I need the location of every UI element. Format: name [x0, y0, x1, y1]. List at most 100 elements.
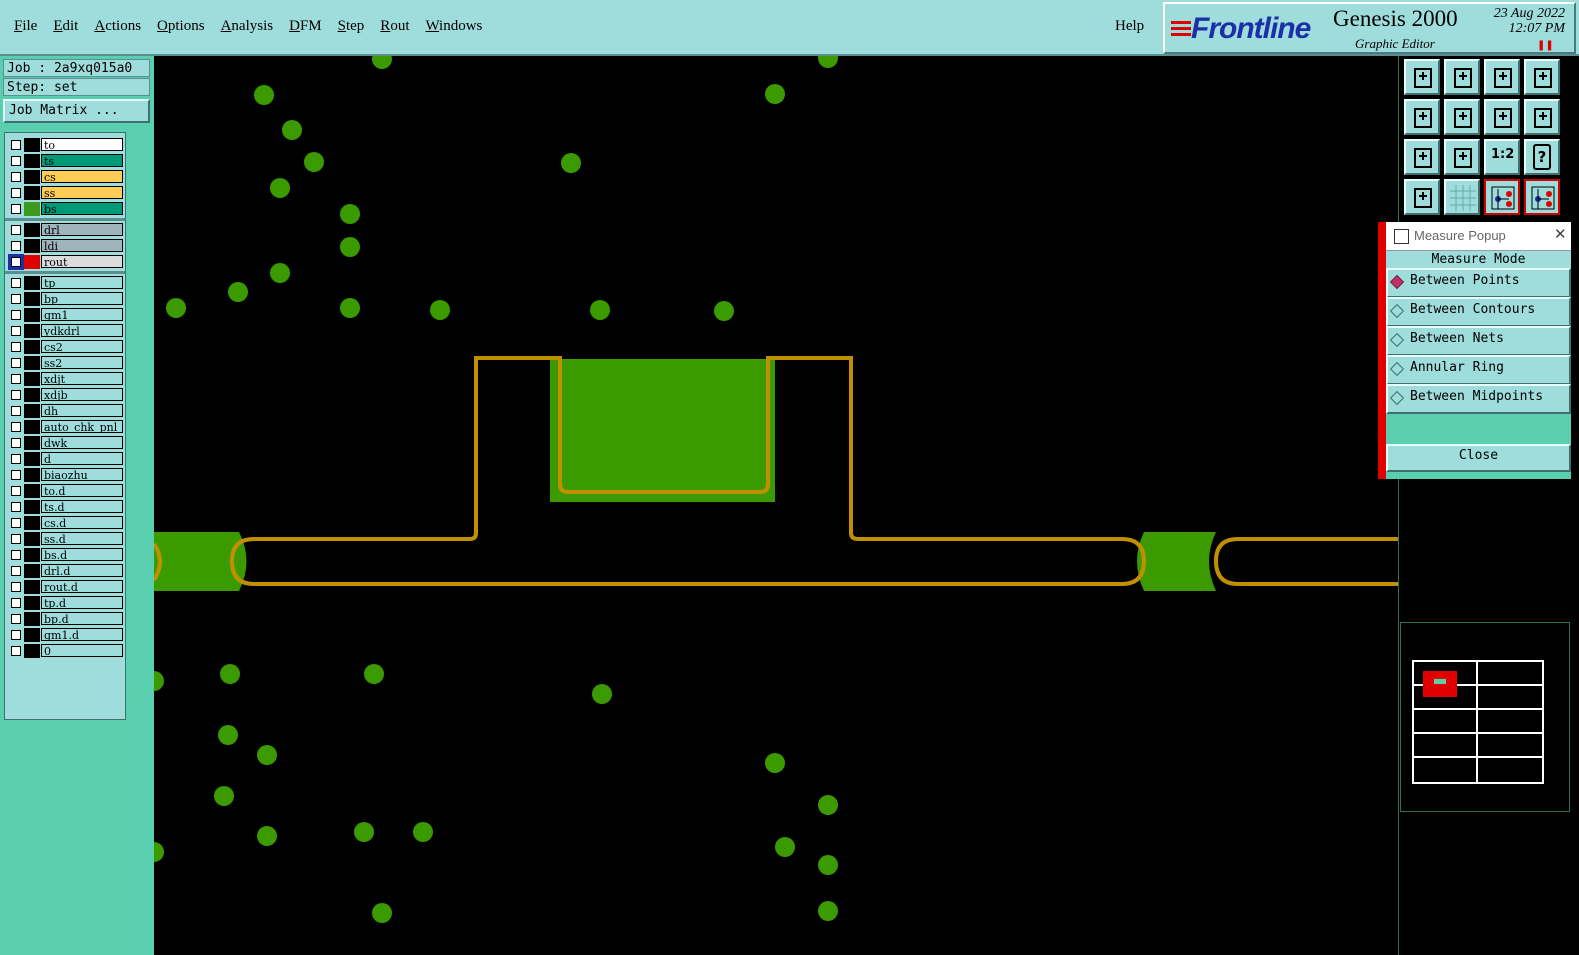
menu-actions[interactable]: Actions [94, 18, 141, 35]
layer-checkbox[interactable] [11, 422, 21, 432]
close-icon[interactable]: ✕ [1554, 225, 1567, 243]
layer-checkbox[interactable] [11, 225, 21, 235]
layer-row-dh[interactable]: dh [7, 404, 123, 418]
snap2-icon[interactable] [1524, 179, 1560, 215]
layer-checkbox[interactable] [11, 438, 21, 448]
help-icon[interactable]: ? [1524, 139, 1560, 175]
graphic-canvas[interactable] [154, 56, 1398, 955]
grid-icon[interactable] [1444, 179, 1480, 215]
layer-row-ss-d[interactable]: ss.d [7, 532, 123, 546]
measure-option-annular-ring[interactable]: Annular Ring [1386, 355, 1571, 385]
layer-checkbox[interactable] [11, 598, 21, 608]
layer-checkbox[interactable] [11, 614, 21, 624]
layer-checkbox[interactable] [11, 342, 21, 352]
layer-row-rout[interactable]: rout [7, 255, 123, 269]
layer-checkbox[interactable] [11, 646, 21, 656]
layer-row-tp[interactable]: tp [7, 276, 123, 290]
scale-icon[interactable]: 1:2 [1484, 139, 1520, 175]
layer-row-auto_chk_pnl[interactable]: auto_chk_pnl [7, 420, 123, 434]
layer-checkbox[interactable] [11, 156, 21, 166]
layer-row-dwk[interactable]: dwk [7, 436, 123, 450]
menu-step[interactable]: Step [338, 18, 365, 35]
layer-checkbox[interactable] [11, 358, 21, 368]
layer-row-ts-d[interactable]: ts.d [7, 500, 123, 514]
layer-row-xdjb[interactable]: xdjb [7, 388, 123, 402]
overview-map[interactable] [1400, 622, 1570, 812]
layer-checkbox[interactable] [11, 204, 21, 214]
close-button[interactable]: Close [1386, 444, 1571, 472]
layer-row-ydkdrl[interactable]: ydkdrl [7, 324, 123, 338]
layer-checkbox[interactable] [11, 550, 21, 560]
home-icon[interactable] [1484, 59, 1520, 95]
export-icon[interactable] [1444, 99, 1480, 135]
layer-row-gm1-d[interactable]: gm1.d [7, 628, 123, 642]
zoom-icon[interactable] [1444, 139, 1480, 175]
layer-checkbox[interactable] [11, 257, 21, 267]
layer-row-bs[interactable]: bs [7, 202, 123, 216]
menu-rout[interactable]: Rout [380, 18, 409, 35]
layer-checkbox[interactable] [11, 502, 21, 512]
layer-row-bs-d[interactable]: bs.d [7, 548, 123, 562]
layer-checkbox[interactable] [11, 454, 21, 464]
settings-icon[interactable] [1404, 179, 1440, 215]
panel-icon[interactable] [1524, 59, 1560, 95]
layer-checkbox[interactable] [11, 278, 21, 288]
layer-checkbox[interactable] [11, 326, 21, 336]
menu-file[interactable]: File [14, 18, 37, 35]
layer-checkbox[interactable] [11, 470, 21, 480]
layer-row-ss[interactable]: ss [7, 186, 123, 200]
layer-row-ldi[interactable]: ldi [7, 239, 123, 253]
layer-checkbox[interactable] [11, 406, 21, 416]
layer-checkbox[interactable] [11, 582, 21, 592]
measure-option-between-points[interactable]: Between Points [1386, 268, 1571, 298]
menu-dfm[interactable]: DFM [289, 18, 322, 35]
layer-checkbox[interactable] [11, 241, 21, 251]
layer-checkbox[interactable] [11, 566, 21, 576]
layer-checkbox[interactable] [11, 374, 21, 384]
layer-row-cs-d[interactable]: cs.d [7, 516, 123, 530]
layer-row-ss2[interactable]: ss2 [7, 356, 123, 370]
menu-options[interactable]: Options [157, 18, 205, 35]
layer-row-drl-d[interactable]: drl.d [7, 564, 123, 578]
layer-row-to-d[interactable]: to.d [7, 484, 123, 498]
menu-analysis[interactable]: Analysis [221, 18, 274, 35]
undo-icon[interactable] [1484, 99, 1520, 135]
menu-windows[interactable]: Windows [425, 18, 482, 35]
layer-row-0[interactable]: 0 [7, 644, 123, 658]
layer-checkbox[interactable] [11, 486, 21, 496]
layer-checkbox[interactable] [11, 518, 21, 528]
snap-icon[interactable] [1484, 179, 1520, 215]
layer-row-bp-d[interactable]: bp.d [7, 612, 123, 626]
layer-row-rout-d[interactable]: rout.d [7, 580, 123, 594]
layer-row-cs2[interactable]: cs2 [7, 340, 123, 354]
layer-checkbox[interactable] [11, 390, 21, 400]
layer-checkbox[interactable] [11, 140, 21, 150]
layer-row-cs[interactable]: cs [7, 170, 123, 184]
layer-row-d[interactable]: d [7, 452, 123, 466]
redraw-icon[interactable] [1524, 99, 1560, 135]
layer-checkbox[interactable] [11, 172, 21, 182]
open-icon[interactable] [1404, 59, 1440, 95]
layer-row-bp[interactable]: bp [7, 292, 123, 306]
layer-checkbox[interactable] [11, 534, 21, 544]
layer-row-biaozhu[interactable]: biaozhu [7, 468, 123, 482]
job-matrix-button[interactable]: Job Matrix ... [3, 99, 150, 123]
fit-icon[interactable] [1404, 139, 1440, 175]
import-icon[interactable] [1404, 99, 1440, 135]
layer-checkbox[interactable] [11, 188, 21, 198]
measure-option-between-nets[interactable]: Between Nets [1386, 326, 1571, 356]
layer-row-tp-d[interactable]: tp.d [7, 596, 123, 610]
menu-help[interactable]: Help [1115, 18, 1144, 35]
layer-row-gm1[interactable]: gm1 [7, 308, 123, 322]
measure-option-between-contours[interactable]: Between Contours [1386, 297, 1571, 327]
menu-edit[interactable]: Edit [53, 18, 78, 35]
layer-checkbox[interactable] [11, 294, 21, 304]
layer-checkbox[interactable] [11, 630, 21, 640]
layer-row-xdjt[interactable]: xdjt [7, 372, 123, 386]
layer-checkbox[interactable] [11, 310, 21, 320]
save-icon[interactable] [1444, 59, 1480, 95]
layer-row-ts[interactable]: ts [7, 154, 123, 168]
measure-option-between-midpoints[interactable]: Between Midpoints [1386, 384, 1571, 414]
layer-row-drl[interactable]: drl [7, 223, 123, 237]
layer-row-to[interactable]: to [7, 138, 123, 152]
